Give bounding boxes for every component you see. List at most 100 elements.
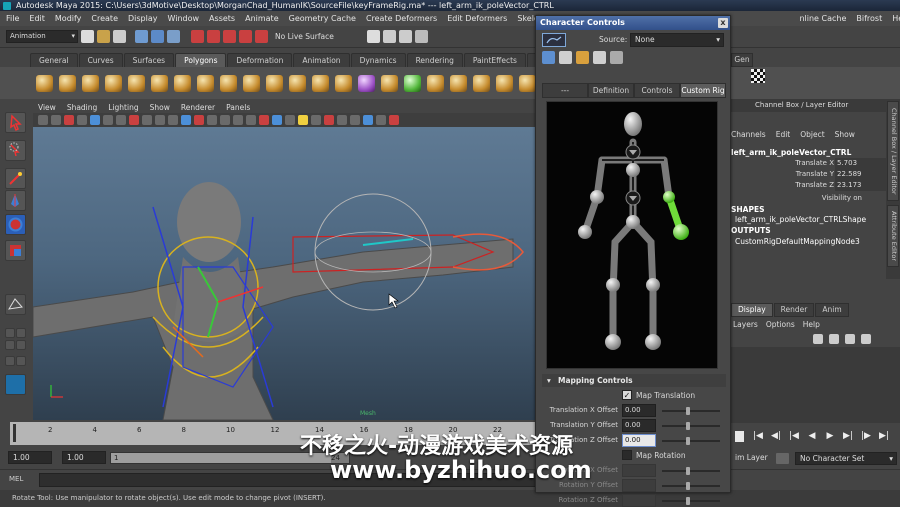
- tab-attribute-editor[interactable]: Attribute Editor: [887, 205, 899, 267]
- output-node[interactable]: CustomRigDefaultMappingNode3: [735, 237, 860, 246]
- viewport-menu-shading[interactable]: Shading: [67, 103, 97, 112]
- translation-x-offset-slider[interactable]: [662, 407, 720, 415]
- delete-icon[interactable]: [610, 51, 623, 64]
- open-scene-icon[interactable]: [97, 30, 110, 43]
- checker-icon[interactable]: [751, 69, 765, 83]
- character-set-select[interactable]: No Character Set: [795, 452, 897, 465]
- tab-general[interactable]: General: [30, 53, 78, 67]
- hik-menu-icon[interactable]: [542, 33, 566, 47]
- pipe-icon[interactable]: [220, 74, 237, 92]
- viewport-menu-panels[interactable]: Panels: [226, 103, 250, 112]
- last-tool-icon[interactable]: [5, 294, 26, 315]
- layer-menu-layers[interactable]: Layers: [733, 320, 758, 329]
- tab-gen[interactable]: Gen: [731, 53, 753, 67]
- layer-up-icon[interactable]: [845, 334, 855, 344]
- layout-graph-icon[interactable]: [5, 356, 15, 366]
- play-backwards-button[interactable]: ◀: [806, 431, 818, 441]
- reduce-icon[interactable]: [427, 74, 444, 92]
- perspective-viewport[interactable]: Mesh: [33, 127, 543, 420]
- save-icon[interactable]: [593, 51, 606, 64]
- step-forward-frame-button[interactable]: ▶|: [842, 431, 854, 441]
- shadows-icon[interactable]: [285, 115, 295, 125]
- tab-dash[interactable]: ---: [542, 83, 588, 98]
- playback-start-field[interactable]: 1.00: [62, 451, 106, 464]
- attr-translate-y[interactable]: Translate Y 22.589: [731, 169, 886, 180]
- cone-icon[interactable]: [105, 74, 122, 92]
- select-object-icon[interactable]: [151, 30, 164, 43]
- combine-icon[interactable]: [312, 74, 329, 92]
- map-rotation-checkbox[interactable]: [622, 450, 632, 460]
- resolution-gate-icon[interactable]: [142, 115, 152, 125]
- snap-view-plane-icon[interactable]: [239, 30, 252, 43]
- separate-icon[interactable]: [335, 74, 352, 92]
- platonic-icon[interactable]: [289, 74, 306, 92]
- start-time-field[interactable]: 1.00: [8, 451, 52, 464]
- tab-custom-rig[interactable]: Custom Rig: [680, 83, 726, 98]
- channel-menu-show[interactable]: Show: [835, 130, 855, 139]
- fill-hole-icon[interactable]: [473, 74, 490, 92]
- menu-set-select[interactable]: Animation: [6, 30, 78, 43]
- booleans-icon[interactable]: [381, 74, 398, 92]
- menu-create[interactable]: Create: [91, 14, 118, 23]
- menu-modify[interactable]: Modify: [55, 14, 82, 23]
- tab-controls[interactable]: Controls: [634, 83, 680, 98]
- split-icon[interactable]: [519, 74, 536, 92]
- motion-blur-icon[interactable]: [311, 115, 321, 125]
- menu-edit[interactable]: Edit: [29, 14, 45, 23]
- prism-icon[interactable]: [174, 74, 191, 92]
- selected-object-name[interactable]: left_arm_ik_poleVector_CTRL: [731, 148, 851, 157]
- mirror-icon[interactable]: [450, 74, 467, 92]
- tab-deformation[interactable]: Deformation: [227, 53, 293, 67]
- tab-channel-box[interactable]: Channel Box / Layer Editor: [887, 101, 899, 201]
- range-slider-handle[interactable]: [111, 452, 331, 463]
- menu-create-deformers[interactable]: Create Deformers: [366, 14, 437, 23]
- menu-display[interactable]: Display: [128, 14, 158, 23]
- viewport-menu-renderer[interactable]: Renderer: [181, 103, 215, 112]
- viewport-menu-show[interactable]: Show: [150, 103, 170, 112]
- textured-icon[interactable]: [259, 115, 269, 125]
- tab-animation[interactable]: Animation: [293, 53, 350, 67]
- translation-y-offset-slider[interactable]: [662, 422, 720, 430]
- field-chart-icon[interactable]: [168, 115, 178, 125]
- layout-persp-icon[interactable]: [16, 356, 26, 366]
- safe-title-icon[interactable]: [194, 115, 204, 125]
- depth-of-field-icon[interactable]: [337, 115, 347, 125]
- tab-polygons[interactable]: Polygons: [175, 53, 227, 67]
- torus-icon[interactable]: [151, 74, 168, 92]
- render-frame-icon[interactable]: [382, 30, 396, 43]
- helix-icon[interactable]: [243, 74, 260, 92]
- select-hierarchy-icon[interactable]: [135, 30, 148, 43]
- snap-point-icon[interactable]: [223, 30, 236, 43]
- layer-down-icon[interactable]: [861, 334, 871, 344]
- grid-icon[interactable]: [116, 115, 126, 125]
- layout-four-icon[interactable]: [16, 328, 26, 338]
- smooth-shade-icon[interactable]: [220, 115, 230, 125]
- translation-y-offset-field[interactable]: 0.00: [622, 419, 656, 432]
- play-forwards-button[interactable]: ▶: [824, 431, 836, 441]
- select-tool-icon[interactable]: [5, 112, 26, 133]
- attr-value[interactable]: 5.703: [835, 158, 886, 169]
- hik-icon[interactable]: [5, 374, 26, 395]
- rotate-tool-icon[interactable]: [5, 214, 26, 235]
- xray-components-icon[interactable]: [389, 115, 399, 125]
- save-scene-icon[interactable]: [113, 30, 126, 43]
- layout-outliner-icon[interactable]: [16, 340, 26, 350]
- layout-two-icon[interactable]: [5, 340, 15, 350]
- menu-window[interactable]: Window: [168, 14, 200, 23]
- screen-space-ao-icon[interactable]: [298, 115, 308, 125]
- multisample-icon[interactable]: [324, 115, 334, 125]
- image-plane-icon[interactable]: [77, 115, 87, 125]
- lock-camera-icon[interactable]: [51, 115, 61, 125]
- menu-assets[interactable]: Assets: [209, 14, 235, 23]
- snap-curve-icon[interactable]: [207, 30, 220, 43]
- smooth-icon[interactable]: [404, 74, 421, 92]
- tab-curves[interactable]: Curves: [78, 53, 123, 67]
- tab-rendering[interactable]: Rendering: [406, 53, 463, 67]
- translation-z-offset-slider-handle[interactable]: [686, 437, 690, 445]
- attr-translate-x[interactable]: Translate X 5.703: [731, 158, 886, 169]
- lasso-tool-icon[interactable]: [5, 140, 26, 161]
- gate-mask-icon[interactable]: [155, 115, 165, 125]
- xray-joints-icon[interactable]: [376, 115, 386, 125]
- move-tool-icon[interactable]: [5, 190, 26, 211]
- safe-action-icon[interactable]: [181, 115, 191, 125]
